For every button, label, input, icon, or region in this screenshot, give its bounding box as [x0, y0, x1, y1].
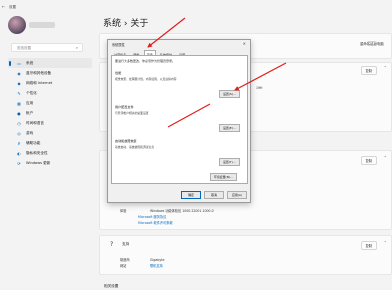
brush-icon: ✎ — [17, 90, 21, 96]
sidebar-item-network[interactable]: ◆ 网络和 Internet — [8, 78, 92, 88]
sidebar-item-label: 网络和 Internet — [26, 80, 53, 85]
apply-button[interactable]: 应用(A) — [227, 191, 247, 199]
environment-variables-button[interactable]: 环境变量(N)... — [210, 173, 237, 181]
close-icon[interactable]: × — [243, 41, 246, 46]
admin-note: 要进行大多数更改，你必须作为管理员登录。 — [115, 59, 176, 63]
advanced-panel: 要进行大多数更改，你必须作为管理员登录。 性能 视觉效果，处理器计划，内存使用，… — [111, 55, 248, 184]
sidebar-item-personalization[interactable]: ✎ 个性化 — [8, 88, 92, 98]
copy-button[interactable]: 复制 — [360, 66, 377, 75]
sidebar-item-label: 个性化 — [26, 90, 37, 95]
user-profiles-settings-button[interactable]: 设置(E)... — [219, 124, 240, 132]
user-profiles-group: 用户配置文件 与登录帐户相关的桌面设置 — [115, 105, 149, 115]
support-manufacturer-row: 制造商 Gigabyte — [120, 258, 165, 262]
sidebar-item-accounts[interactable]: ● 帐户 — [8, 108, 92, 118]
system-properties-dialog: 系统属性 × 计算机名 硬件 高级 系统保护 远程 要进行大多数更改，你必须作为… — [107, 39, 251, 203]
license-terms-link[interactable]: Microsoft 软件许可条款 — [138, 220, 173, 225]
apps-icon: ▦ — [17, 100, 21, 106]
sidebar-item-gaming[interactable]: ◎ 游戏 — [8, 128, 92, 138]
service-agreement-link[interactable]: Microsoft 服务协议 — [138, 214, 166, 219]
page-title: 系统 › 关于 — [103, 19, 149, 29]
account-icon: ● — [17, 110, 21, 116]
sidebar-item-label: 应用 — [26, 100, 34, 105]
copy-button[interactable]: 复制 — [360, 241, 377, 250]
spec-partial-value: 19H — [256, 86, 263, 90]
sidebar-nav: ▭ 系统 ◉ 蓝牙和其他设备 ◆ 网络和 Internet ✎ 个性化 ▦ 应用 ● 帐户 … — [8, 58, 92, 168]
avatar — [8, 16, 26, 34]
sidebar-item-label: Windows 更新 — [26, 160, 51, 165]
sidebar-item-label: 帐户 — [26, 110, 34, 115]
accessibility-icon: ✗ — [17, 140, 21, 146]
startup-settings-button[interactable]: 设置(T)... — [219, 158, 240, 166]
sidebar-item-time-language[interactable]: ◷ 时间和语言 — [8, 118, 92, 128]
chevron-up-icon[interactable]: ⌃ — [384, 240, 387, 245]
startup-recovery-group: 启动和故障恢复 系统启动、系统故障和调试信息 — [115, 139, 155, 149]
sidebar-item-privacy[interactable]: ◐ 隐私和安全性 — [8, 148, 92, 158]
support-card: ? 支持 复制 ⌃ — [99, 235, 392, 275]
chevron-up-icon[interactable]: ⌃ — [384, 65, 387, 70]
support-title: 支持 — [122, 242, 130, 246]
search-icon: ⌕ — [75, 45, 78, 50]
shield-icon: ◐ — [17, 150, 21, 156]
sidebar-item-accessibility[interactable]: ✗ 辅助功能 — [8, 138, 92, 148]
copy-button[interactable]: 复制 — [360, 156, 377, 165]
bluetooth-icon: ◉ — [17, 70, 21, 76]
search-box[interactable]: 查找设置 ⌕ — [11, 43, 83, 52]
sidebar-item-label: 隐私和安全性 — [26, 150, 48, 155]
back-arrow-icon[interactable]: ← — [2, 4, 5, 9]
update-icon: ⟳ — [17, 160, 21, 166]
chevron-up-icon[interactable]: ⌃ — [384, 155, 387, 160]
performance-settings-button[interactable]: 设置(S)... — [219, 90, 240, 98]
clock-icon: ◷ — [17, 120, 21, 126]
dialog-footer: 确定 取消 应用(A) — [181, 191, 247, 199]
user-profile[interactable] — [8, 16, 56, 34]
performance-group: 性能 视觉效果，处理器计划，内存使用，以及虚拟内存 — [115, 71, 177, 81]
sidebar-item-label: 时间和语言 — [26, 120, 44, 125]
sidebar-item-label: 系统 — [26, 60, 34, 65]
dialog-title: 系统属性 — [112, 43, 125, 47]
sidebar-item-bluetooth[interactable]: ◉ 蓝牙和其他设备 — [8, 68, 92, 78]
cancel-button[interactable]: 取消 — [204, 191, 224, 199]
sidebar-item-windows-update[interactable]: ⟳ Windows 更新 — [8, 158, 92, 168]
sidebar-item-label: 辅助功能 — [26, 140, 41, 145]
spec-row: 体验 Windows 功能体验包 1000.22001.1000.0 — [120, 209, 214, 213]
rename-pc-link[interactable]: 重命名这台电脑 — [360, 41, 384, 46]
related-settings-heading: 相关设置 — [104, 284, 119, 288]
sidebar-item-system[interactable]: ▭ 系统 — [8, 58, 92, 68]
sidebar-item-label: 游戏 — [26, 130, 34, 135]
ok-button[interactable]: 确定 — [181, 191, 201, 199]
gamepad-icon: ◎ — [17, 130, 21, 136]
sidebar-item-apps[interactable]: ▦ 应用 — [8, 98, 92, 108]
network-icon: ◆ — [17, 80, 21, 86]
title-bar: ← 设置 — [0, 0, 392, 14]
help-icon: ? — [110, 241, 114, 248]
system-icon: ▭ — [17, 60, 21, 66]
window-caption: 设置 — [9, 5, 16, 9]
sidebar-item-label: 蓝牙和其他设备 — [26, 70, 52, 75]
search-input[interactable]: 查找设置 — [17, 46, 31, 51]
user-name-blurred — [29, 22, 55, 28]
support-website-row: 网站 联机支持 — [120, 264, 163, 268]
